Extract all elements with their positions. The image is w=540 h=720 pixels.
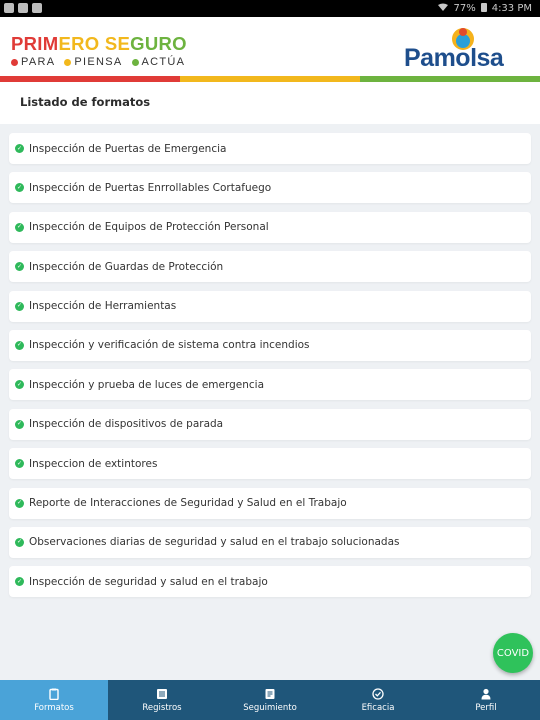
check-circle-icon: ✓: [15, 301, 24, 311]
format-item[interactable]: ✓ Inspeccion de extintores: [9, 448, 531, 480]
battery-level: 77%: [453, 3, 476, 14]
bottom-nav: Formatos Registros Seguimiento Eficacia …: [0, 680, 540, 720]
clipboard-icon: [49, 688, 59, 700]
user-icon: [481, 688, 491, 699]
format-item[interactable]: ✓ Inspección de Puertas de Emergencia: [9, 133, 531, 164]
nav-perfil[interactable]: Perfil: [432, 680, 540, 720]
battery-icon: [480, 2, 487, 15]
format-label: Inspección y prueba de luces de emergenc…: [29, 378, 265, 391]
check-circle-icon: ✓: [15, 222, 24, 232]
format-label: Inspección de Puertas Enrrollables Corta…: [29, 181, 272, 194]
nav-formatos[interactable]: Formatos: [0, 680, 108, 720]
nav-label: Eficacia: [361, 702, 395, 713]
format-item[interactable]: ✓ Inspección de Puertas Enrrollables Cort…: [9, 172, 531, 204]
list-icon: [157, 688, 167, 699]
notification-icon: [4, 3, 14, 13]
check-circle-icon: ✓: [15, 498, 24, 508]
check-circle-icon: ✓: [15, 419, 24, 429]
formats-list: ✓ Inspección de Puertas de Emergencia ✓ In…: [9, 133, 531, 606]
nav-label: Perfil: [475, 702, 497, 713]
notification-icon: [18, 3, 28, 13]
brand-title: PRIMERO SEGURO: [11, 33, 187, 55]
format-item[interactable]: ✓ Inspección y verificación de sistema co…: [9, 329, 531, 361]
format-item[interactable]: ✓ Inspección de Equipos de Protección Per…: [9, 211, 531, 243]
check-circle-icon: ✓: [15, 340, 24, 350]
check-circle-icon: ✓: [15, 577, 24, 587]
check-circle-icon: [372, 687, 384, 700]
check-circle-icon: ✓: [15, 537, 24, 547]
format-label: Inspección de Equipos de Protección Pers…: [29, 221, 269, 234]
brand-title-part: GURO: [130, 33, 187, 54]
nav-label: Registros: [142, 702, 182, 713]
nav-label: Seguimiento: [243, 702, 297, 713]
nav-registros[interactable]: Registros: [108, 680, 216, 720]
check-circle-icon: ✓: [15, 144, 24, 153]
brand-title-part: PRIM: [11, 33, 59, 54]
brand-word: ACTÚA: [131, 56, 186, 68]
format-label: Observaciones diarias de seguridad y sal…: [29, 536, 400, 549]
format-item[interactable]: ✓ Inspección de dispositivos de parada: [9, 408, 531, 440]
format-item[interactable]: ✓ Inspección de Herramientas: [9, 290, 531, 322]
format-label: Inspección y verificación de sistema con…: [29, 339, 310, 352]
check-circle-icon: ✓: [15, 459, 24, 469]
status-bar: 77% 4:33 PM: [0, 0, 540, 17]
nav-seguimiento[interactable]: Seguimiento: [216, 680, 324, 720]
check-circle-icon: ✓: [15, 183, 24, 193]
brand-word: PIENSA: [64, 56, 122, 68]
format-label: Inspección de Guardas de Protección: [29, 260, 224, 273]
format-label: Inspección de dispositivos de parada: [29, 418, 224, 431]
format-label: Reporte de Interacciones de Seguridad y …: [29, 497, 347, 510]
format-label: Inspección de seguridad y salud en el tr…: [29, 575, 268, 588]
format-item[interactable]: ✓ Inspección de seguridad y salud en el t…: [9, 566, 531, 598]
brand-title-part: ERO SE: [58, 33, 131, 54]
primero-seguro-logo: PRIMERO SEGURO PARA PIENSA ACTÚA: [11, 33, 187, 68]
check-circle-icon: ✓: [15, 380, 24, 390]
format-item[interactable]: ✓ Inspección y prueba de luces de emergen…: [9, 369, 531, 401]
status-right: 77% 4:33 PM: [438, 2, 532, 15]
check-circle-icon: ✓: [15, 262, 24, 272]
format-item[interactable]: ✓ Observaciones diarias de seguridad y sa…: [9, 526, 531, 558]
page-header: Listado de formatos: [0, 82, 540, 124]
app-header: PRIMERO SEGURO PARA PIENSA ACTÚA Pamolsa: [0, 17, 540, 82]
nav-eficacia[interactable]: Eficacia: [324, 680, 432, 720]
page-title: Listado de formatos: [20, 95, 151, 109]
play-icon: [32, 3, 42, 13]
brand-word: PARA: [11, 56, 55, 68]
format-label: Inspeccion de extintores: [29, 457, 158, 470]
format-label: Inspección de Herramientas: [29, 300, 177, 313]
wifi-icon: [438, 3, 449, 15]
nav-label: Formatos: [34, 702, 74, 713]
covid-button[interactable]: COVID: [493, 633, 533, 673]
format-item[interactable]: ✓ Reporte de Interacciones de Seguridad y…: [9, 487, 531, 519]
brand-words: PARA PIENSA ACTÚA: [11, 56, 187, 68]
format-label: Inspección de Puertas de Emergencia: [29, 142, 227, 155]
clock: 4:33 PM: [491, 3, 532, 14]
pamolsa-logo: Pamolsa: [404, 25, 532, 75]
notification-icons: [4, 3, 42, 13]
format-item[interactable]: ✓ Inspección de Guardas de Protección: [9, 251, 531, 283]
document-icon: [265, 688, 275, 699]
company-name: Pamolsa: [404, 44, 504, 72]
